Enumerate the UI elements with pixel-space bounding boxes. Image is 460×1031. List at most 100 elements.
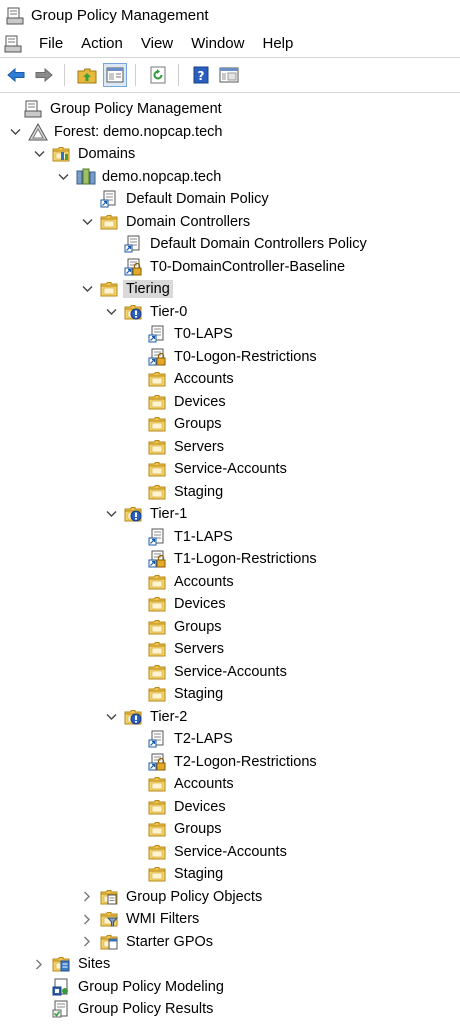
menu-file[interactable]: File	[30, 31, 72, 56]
expanded-chevron-icon[interactable]	[56, 166, 70, 188]
tree-node-label: Staging	[174, 483, 224, 500]
forest-icon	[28, 122, 48, 141]
tree-node-groups[interactable]: Groups	[128, 616, 225, 638]
tree-node-t1-logon-restrictions[interactable]: T1-Logon-Restrictions	[128, 548, 320, 570]
tree-node-t1-laps[interactable]: T1-LAPS	[128, 526, 236, 548]
tree-node-label: T0-LAPS	[174, 326, 233, 342]
tree-node-devices[interactable]: Devices	[128, 391, 229, 413]
tree-node-domain-controllers[interactable]: Domain Controllers	[80, 211, 253, 233]
ou-icon	[148, 843, 166, 861]
expanded-chevron-icon[interactable]	[32, 143, 46, 165]
tree-node-label: Starter GPOs	[126, 933, 214, 950]
tree-node-forest-demo-nopcap-tech[interactable]: Forest: demo.nopcap.tech	[8, 121, 225, 143]
expanded-chevron-icon[interactable]	[104, 503, 118, 525]
tree-node-starter-gpos[interactable]: Starter GPOs	[80, 931, 216, 953]
gpm-icon	[24, 100, 42, 118]
tree-node-service-accounts[interactable]: Service-Accounts	[128, 841, 290, 863]
tree-node-label: T1-LAPS	[174, 528, 233, 545]
ou-icon	[148, 798, 166, 816]
tree-node-domains[interactable]: Domains	[32, 143, 138, 165]
tree-node-label: T0-DomainController-Baseline	[150, 258, 346, 275]
tree-node-label: T0-Logon-Restrictions	[174, 348, 317, 365]
tree-node-group-policy-management[interactable]: Group Policy Management	[4, 98, 225, 120]
tree-node-servers[interactable]: Servers	[128, 436, 227, 458]
tree-node-tier-2[interactable]: Tier-2	[104, 706, 190, 728]
ou-icon	[148, 685, 166, 703]
refresh-icon	[150, 66, 166, 84]
tree-node-staging[interactable]: Staging	[128, 481, 226, 503]
collapsed-chevron-icon[interactable]	[80, 931, 94, 953]
tree-node-label: Service-Accounts	[174, 461, 287, 477]
tree-node-label: Group Policy Management	[50, 101, 222, 117]
tree-node-wmi-filters[interactable]: WMI Filters	[80, 908, 202, 930]
tree-node-tiering[interactable]: Tiering	[80, 278, 173, 300]
show-hide-tree-button[interactable]	[103, 63, 127, 87]
tree-node-servers[interactable]: Servers	[128, 638, 227, 660]
tree-node-staging[interactable]: Staging	[128, 863, 226, 885]
properties-button[interactable]	[217, 63, 241, 87]
tree-node-label: Service-Accounts	[174, 663, 287, 680]
gpo-link-icon	[148, 730, 166, 748]
tree-node-t2-logon-restrictions[interactable]: T2-Logon-Restrictions	[128, 751, 320, 773]
menu-view[interactable]: View	[132, 31, 182, 56]
tree-node-accounts[interactable]: Accounts	[128, 773, 237, 795]
refresh-button[interactable]	[146, 63, 170, 87]
tree-node-group-policy-results[interactable]: Group Policy Results	[32, 998, 216, 1020]
tree-node-tier-1[interactable]: Tier-1	[104, 503, 190, 525]
tree-node-t0-domaincontroller-baseline[interactable]: T0-DomainController-Baseline	[104, 256, 348, 278]
tree-node-tier-0[interactable]: Tier-0	[104, 301, 190, 323]
back-button[interactable]	[4, 63, 28, 87]
tree-node-default-domain-controllers-policy[interactable]: Default Domain Controllers Policy	[104, 233, 370, 255]
tree-node-label: Devices	[174, 596, 226, 612]
tree-node-demo-nopcap-tech[interactable]: demo.nopcap.tech	[56, 166, 224, 188]
menu-action[interactable]: Action	[72, 31, 132, 56]
tree-node-devices[interactable]: Devices	[128, 796, 229, 818]
tree-node-label: Groups	[174, 618, 222, 635]
expanded-chevron-icon[interactable]	[80, 278, 94, 300]
tree-node-label: Groups	[174, 821, 222, 837]
tree-node-label: Sites	[78, 956, 111, 972]
properties-icon	[219, 67, 239, 83]
expanded-chevron-icon[interactable]	[104, 706, 118, 728]
tree-node-t0-logon-restrictions[interactable]: T0-Logon-Restrictions	[128, 346, 320, 368]
tree-node-service-accounts[interactable]: Service-Accounts	[128, 661, 290, 683]
system-menu-icon[interactable]	[4, 35, 22, 53]
tree-node-groups[interactable]: Groups	[128, 413, 225, 435]
tree-node-label: T2-LAPS	[174, 731, 233, 747]
tree-node-group-policy-objects[interactable]: Group Policy Objects	[80, 886, 265, 908]
collapsed-chevron-icon[interactable]	[80, 886, 94, 908]
toolbar-separator	[178, 64, 179, 86]
toolbar: ?	[0, 57, 460, 93]
tree-node-label: Domains	[78, 146, 136, 162]
collapsed-chevron-icon[interactable]	[32, 953, 46, 975]
expanded-chevron-icon[interactable]	[104, 301, 118, 323]
tree-node-t0-laps[interactable]: T0-LAPS	[128, 323, 236, 345]
tree-node-staging[interactable]: Staging	[128, 683, 226, 705]
expanded-chevron-icon[interactable]	[8, 121, 22, 143]
tree-node-accounts[interactable]: Accounts	[128, 368, 237, 390]
tree-node-service-accounts[interactable]: Service-Accounts	[128, 458, 290, 480]
help-button[interactable]: ?	[189, 63, 213, 87]
tree-node-default-domain-policy[interactable]: Default Domain Policy	[80, 188, 272, 210]
collapsed-chevron-icon[interactable]	[80, 908, 94, 930]
menu-help[interactable]: Help	[253, 31, 302, 56]
ou-icon	[148, 415, 166, 433]
tree-node-label: Tier-2	[150, 708, 188, 725]
expanded-chevron-icon[interactable]	[80, 211, 94, 233]
tree-node-devices[interactable]: Devices	[128, 593, 229, 615]
tree-node-groups[interactable]: Groups	[128, 818, 225, 840]
tree-node-sites[interactable]: Sites	[32, 953, 113, 975]
tree-node-group-policy-modeling[interactable]: Group Policy Modeling	[32, 976, 227, 998]
menu-window[interactable]: Window	[182, 31, 253, 56]
gpo-link-enforced-icon	[148, 550, 166, 568]
tree-node-accounts[interactable]: Accounts	[128, 571, 237, 593]
tree-node-t2-laps[interactable]: T2-LAPS	[128, 728, 236, 750]
gp-modeling-icon	[52, 978, 70, 996]
forward-button[interactable]	[32, 63, 56, 87]
up-folder-button[interactable]	[75, 63, 99, 87]
